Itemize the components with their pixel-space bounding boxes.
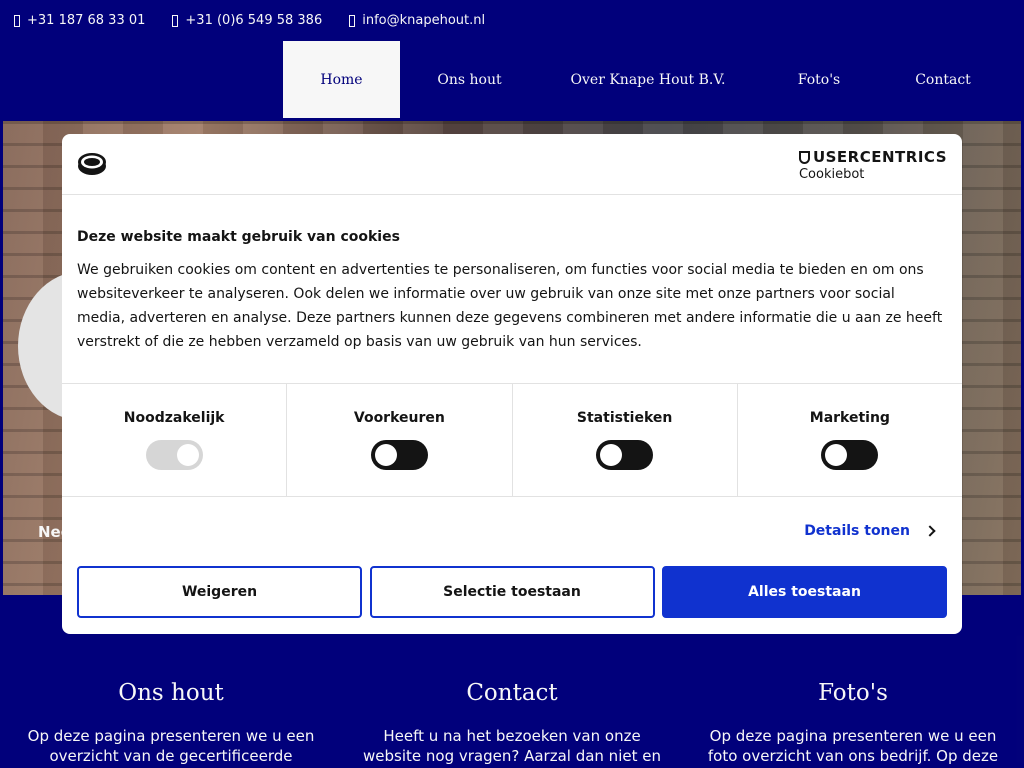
toggle-voorkeuren[interactable] [370,440,428,470]
details-toggle-link[interactable]: Details tonen [804,523,936,539]
category-label: Noodzakelijk [123,410,225,426]
toggle-marketing[interactable] [821,440,879,470]
brand-product: Cookiebot [798,167,865,182]
dialog-header: USERCENTRICS Cookiebot [62,134,962,195]
category-statistieken: Statistieken [513,384,738,496]
dialog-heading: Deze website maakt gebruik van cookies [77,229,400,245]
category-label: Voorkeuren [353,410,445,426]
toggle-noodzakelijk [145,440,203,470]
category-marketing: Marketing [738,384,962,496]
cookie-categories: Noodzakelijk Voorkeuren Statistieken Mar… [62,383,962,497]
deny-button[interactable]: Weigeren [77,566,362,618]
allow-all-button[interactable]: Alles toestaan [662,566,947,618]
category-label: Marketing [809,410,890,426]
brand-top-row: USERCENTRICS [798,148,947,166]
dialog-body: Deze website maakt gebruik van cookies W… [62,195,962,384]
cookie-icon [78,153,106,175]
details-label: Details tonen [804,523,910,539]
category-noodzakelijk: Noodzakelijk [62,384,288,496]
shield-icon [798,150,810,164]
allow-selection-button[interactable]: Selectie toestaan [369,566,655,618]
brand-name: USERCENTRICS [812,148,947,166]
usercentrics-logo[interactable]: USERCENTRICS Cookiebot [798,148,947,182]
chevron-right-icon [924,525,936,537]
toggle-statistieken[interactable] [596,440,654,470]
dialog-description: We gebruiken cookies om content en adver… [77,262,943,350]
cookie-consent-dialog: USERCENTRICS Cookiebot Deze website maak… [62,134,962,634]
category-voorkeuren: Voorkeuren [287,384,513,496]
category-label: Statistieken [576,410,673,426]
dialog-buttons: Weigeren Selectie toestaan Alles toestaa… [77,566,947,618]
